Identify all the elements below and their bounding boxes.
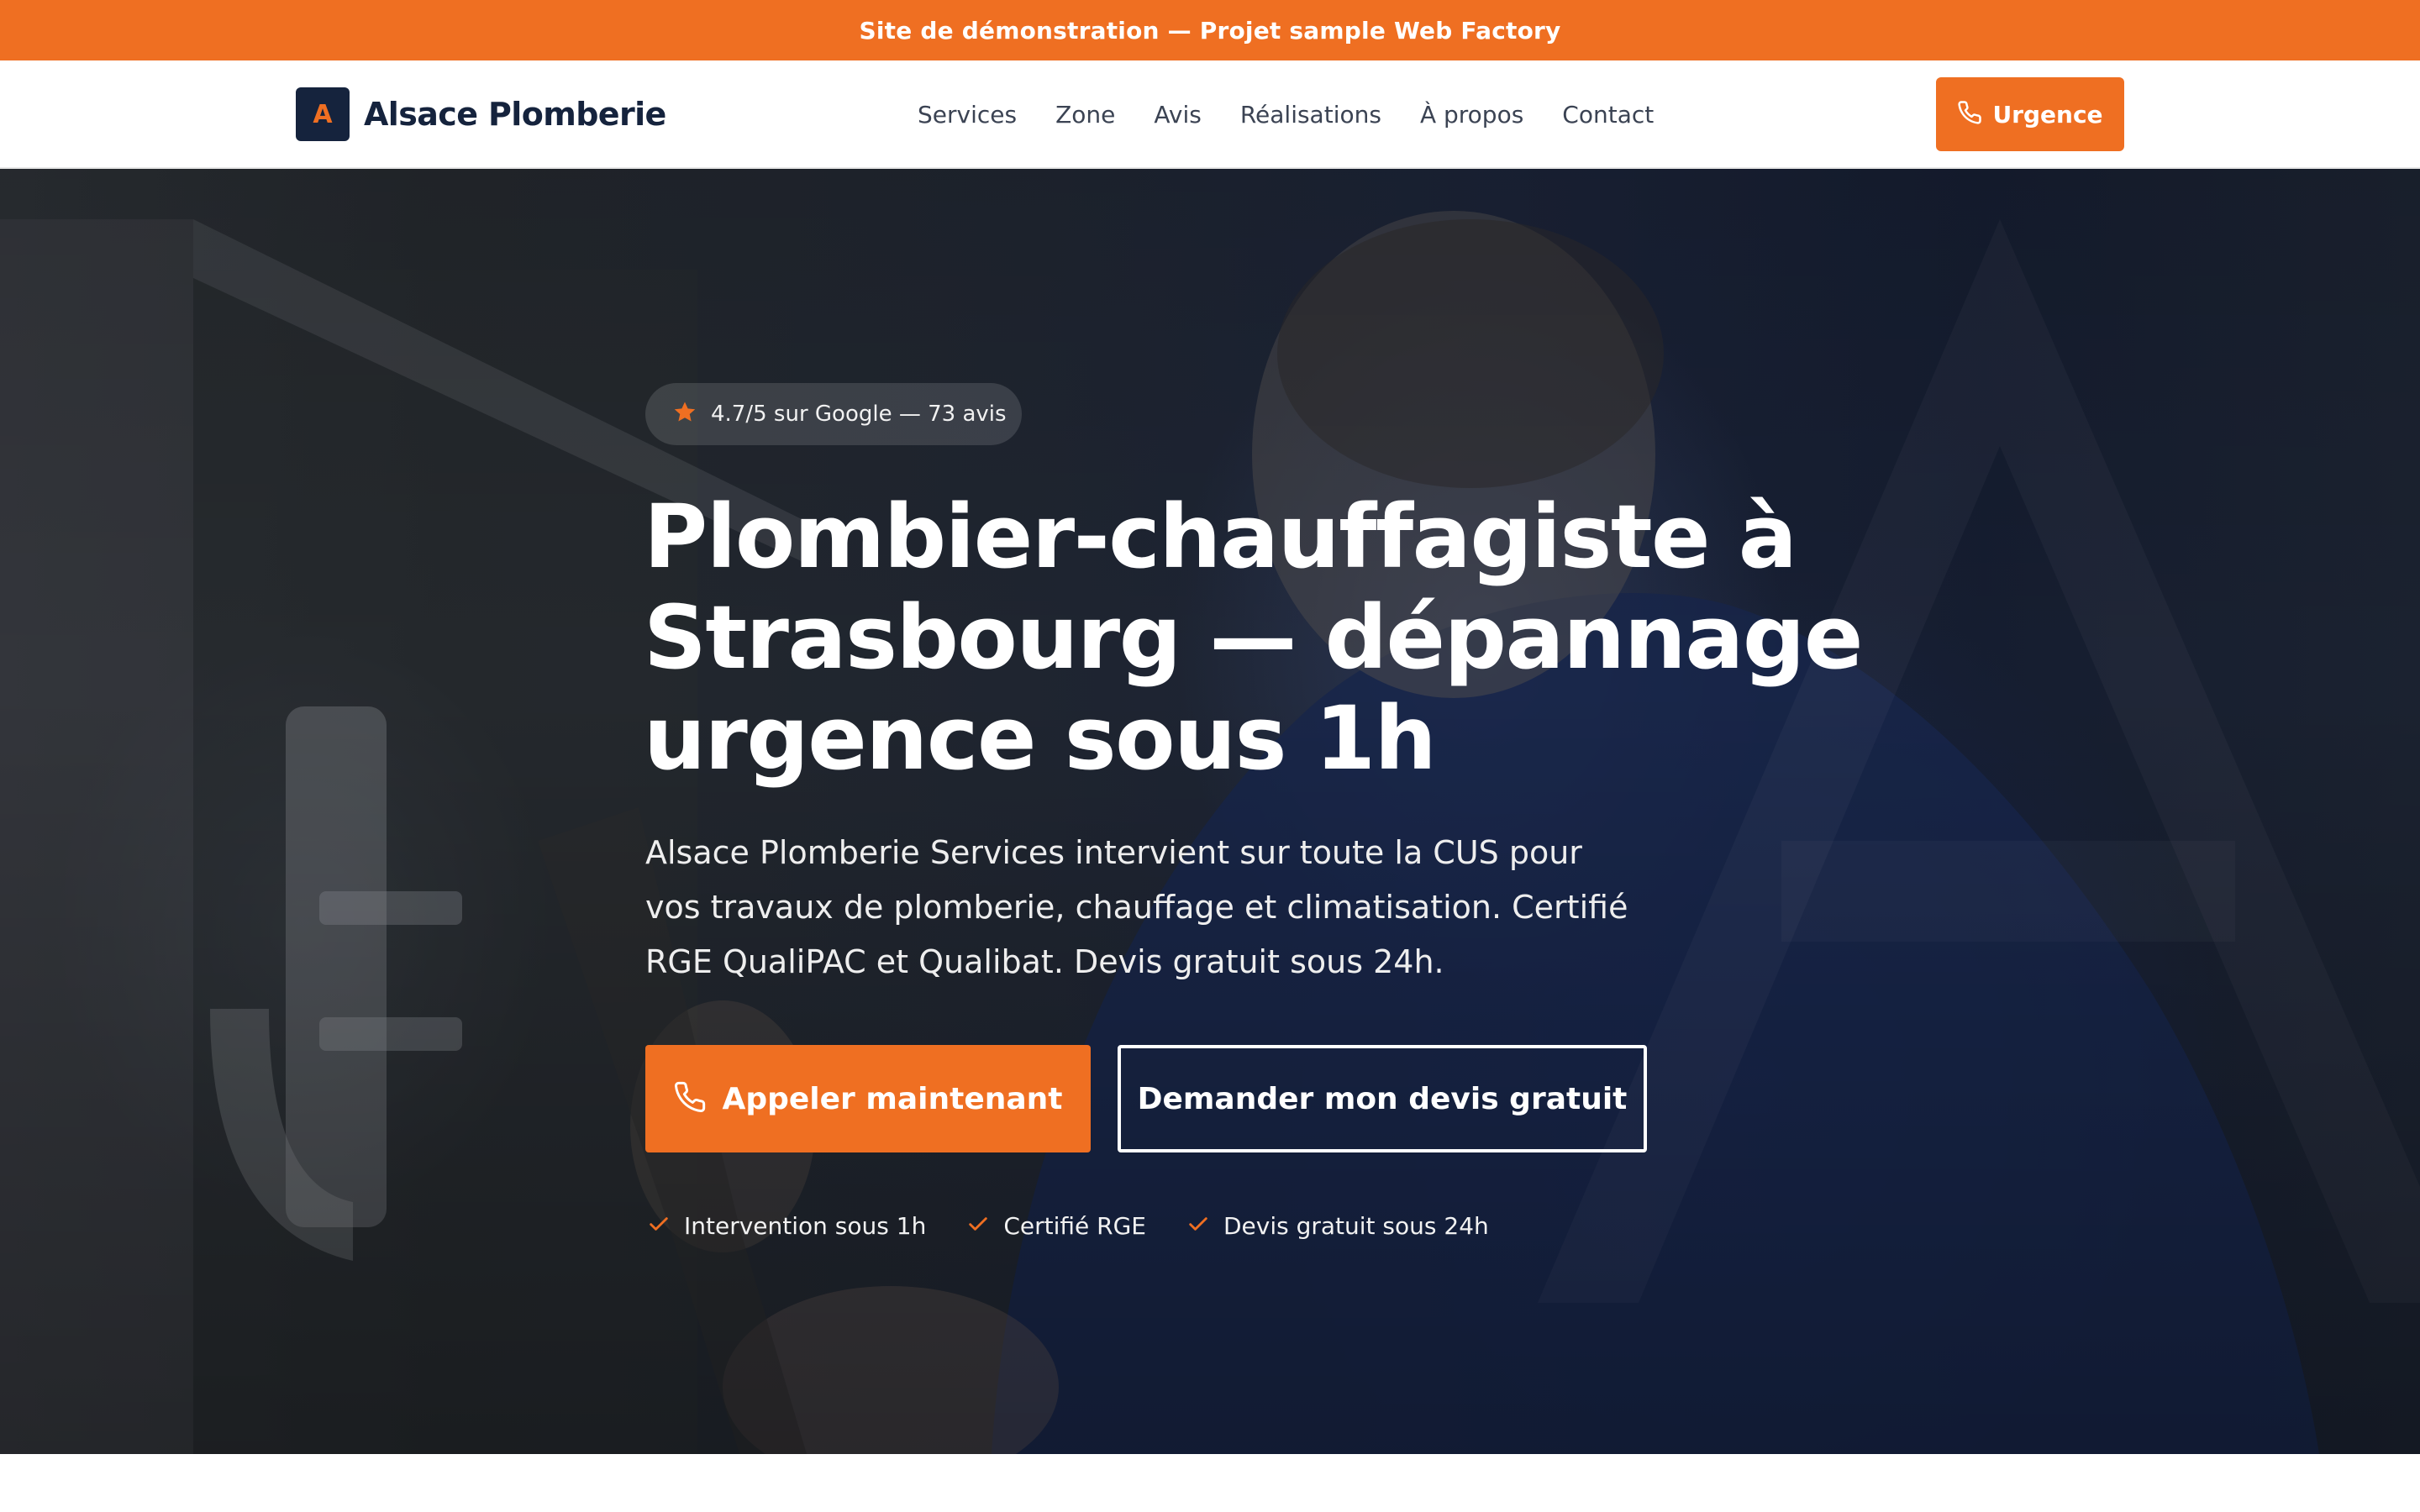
nav-link-avis[interactable]: Avis — [1154, 101, 1201, 129]
free-quote-button[interactable]: Demander mon devis gratuit — [1118, 1045, 1647, 1152]
nav-link-contact[interactable]: Contact — [1562, 101, 1654, 129]
check-icon — [1186, 1212, 1210, 1239]
brand-name: Alsace Plomberie — [364, 96, 666, 133]
urgence-label: Urgence — [1992, 100, 2103, 129]
check-icon — [966, 1212, 990, 1239]
check-icon — [647, 1212, 671, 1239]
hero-description: Alsace Plomberie Services intervient sur… — [645, 826, 1637, 990]
hero-title-line: urgence sous 1h — [644, 687, 1437, 790]
nav-link-realisations[interactable]: Réalisations — [1240, 101, 1381, 129]
logo-mark: A — [296, 87, 350, 141]
perk-item: Intervention sous 1h — [647, 1212, 926, 1240]
page-below-fold — [0, 1454, 2420, 1512]
hero-perks: Intervention sous 1h Certifié RGE Devis … — [647, 1209, 1489, 1242]
hero-description-line: RGE QualiPAC et Qualibat. Devis gratuit … — [645, 943, 1444, 980]
hero-title-line: Strasbourg — dépannage — [644, 586, 1863, 689]
site-header: A Alsace Plomberie Services Zone Avis Ré… — [0, 60, 2420, 169]
rating-text: 4.7/5 sur Google — 73 avis — [711, 402, 1007, 427]
hero-title-line: Plombier-chauffagiste à — [644, 486, 1797, 588]
hero-description-line: Alsace Plomberie Services intervient sur… — [645, 834, 1582, 871]
phone-icon — [1957, 100, 1982, 129]
star-icon — [672, 400, 697, 428]
perk-item: Certifié RGE — [966, 1212, 1146, 1240]
perk-item: Devis gratuit sous 24h — [1186, 1212, 1489, 1240]
hero-description-line: vos travaux de plomberie, chauffage et c… — [645, 889, 1628, 926]
hero-overlay — [0, 169, 2420, 1454]
nav-link-a-propos[interactable]: À propos — [1420, 101, 1523, 129]
brand-logo[interactable]: A Alsace Plomberie — [296, 87, 666, 141]
phone-icon — [673, 1080, 707, 1117]
nav-link-services[interactable]: Services — [918, 101, 1017, 129]
logo-letter: A — [313, 99, 333, 129]
demo-banner-text: Site de démonstration — Projet sample We… — [859, 16, 1561, 45]
perk-text: Intervention sous 1h — [684, 1211, 927, 1240]
call-now-label: Appeler maintenant — [722, 1081, 1063, 1116]
call-now-button[interactable]: Appeler maintenant — [645, 1045, 1091, 1152]
main-menu: Services Zone Avis Réalisations À propos… — [918, 97, 1654, 131]
free-quote-label: Demander mon devis gratuit — [1137, 1081, 1628, 1116]
nav-link-zone[interactable]: Zone — [1055, 101, 1115, 129]
perk-text: Devis gratuit sous 24h — [1223, 1211, 1489, 1240]
urgence-button[interactable]: Urgence — [1936, 77, 2124, 151]
google-rating-badge: 4.7/5 sur Google — 73 avis — [645, 383, 1022, 445]
perk-text: Certifié RGE — [1003, 1211, 1146, 1240]
hero-section: 4.7/5 sur Google — 73 avis Plombier-chau… — [0, 169, 2420, 1454]
demo-banner: Site de démonstration — Projet sample We… — [0, 0, 2420, 60]
hero-title: Plombier-chauffagiste à Strasbourg — dép… — [644, 486, 1863, 790]
